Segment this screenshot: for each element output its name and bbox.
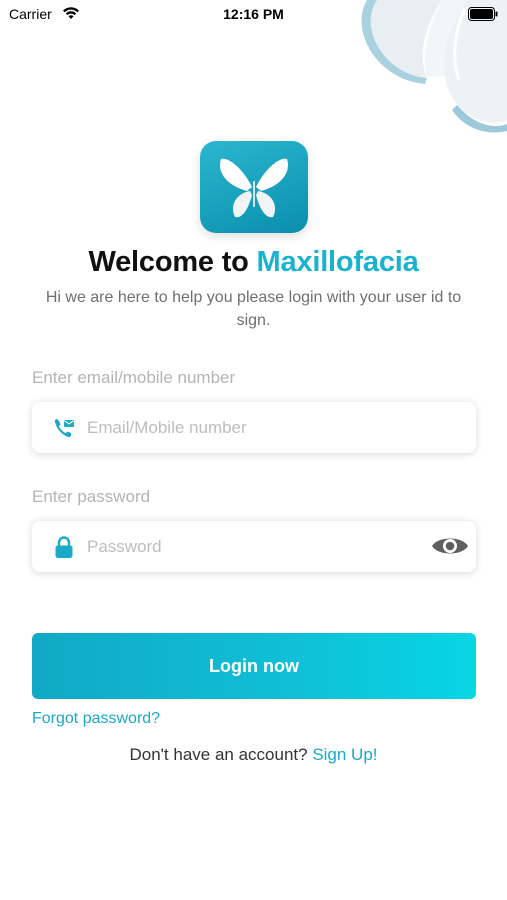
eye-icon[interactable] — [431, 533, 469, 559]
battery-icon — [468, 7, 498, 21]
brand-name: Maxillofacia — [256, 246, 419, 278]
password-label: Enter password — [32, 487, 151, 506]
signup-link[interactable]: Sign Up! — [312, 745, 377, 764]
lock-icon — [55, 536, 73, 558]
phone-mail-icon — [54, 419, 74, 438]
email-input[interactable] — [87, 402, 427, 453]
signup-row: Don't have an account? Sign Up! — [0, 745, 507, 765]
login-button[interactable]: Login now — [32, 633, 476, 699]
status-bar: Carrier 12:16 PM — [0, 0, 507, 28]
welcome-title: Welcome to Maxillofacia — [0, 246, 507, 279]
subtitle: Hi we are here to help you please login … — [45, 289, 462, 329]
butterfly-icon — [220, 158, 288, 218]
status-time: 12:16 PM — [223, 6, 284, 22]
welcome-prefix: Welcome to — [88, 246, 257, 278]
forgot-password-link[interactable]: Forgot password? — [32, 710, 160, 728]
no-account-text: Don't have an account? — [129, 745, 308, 764]
app-logo — [200, 141, 308, 233]
email-field-container[interactable] — [32, 402, 476, 453]
password-input[interactable] — [87, 521, 427, 572]
email-label: Enter email/mobile number — [32, 368, 236, 387]
password-field-container[interactable] — [32, 521, 476, 572]
